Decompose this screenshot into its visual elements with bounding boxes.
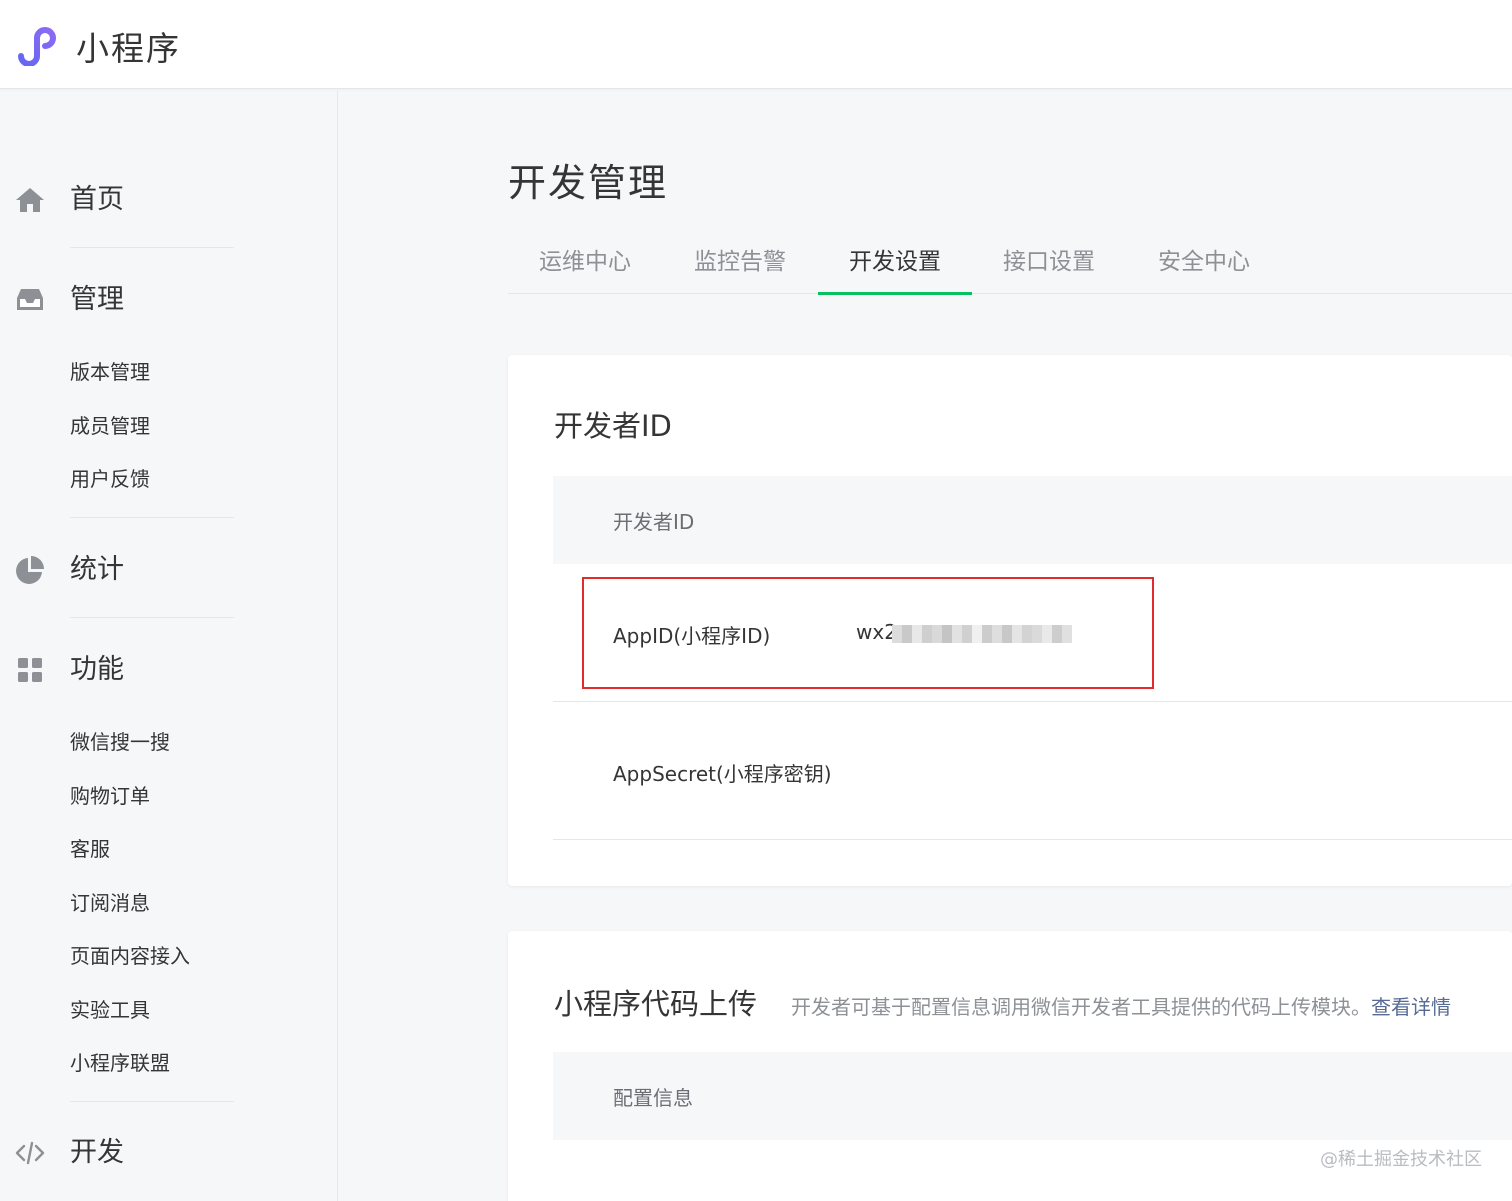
- watermark: @稀土掘金技术社区: [1320, 1149, 1482, 1170]
- sidebar-item-lab-tools[interactable]: 实验工具: [70, 996, 150, 1024]
- sidebar-section-manage[interactable]: 管理: [0, 280, 300, 320]
- sidebar-section-label: 统计: [70, 554, 124, 585]
- appid-label: AppID(小程序ID): [613, 624, 771, 648]
- sidebar-divider: [70, 517, 234, 518]
- pie-chart-icon: [16, 556, 44, 584]
- row-divider: [553, 701, 1512, 702]
- sidebar-item-miniprogram-union[interactable]: 小程序联盟: [70, 1049, 170, 1077]
- page-title: 开发管理: [508, 161, 669, 205]
- brand-name[interactable]: 小程序: [76, 22, 181, 70]
- view-details-link[interactable]: 查看详情: [1371, 995, 1451, 1019]
- sidebar-section-features[interactable]: 功能: [0, 650, 300, 690]
- upload-description-text: 开发者可基于配置信息调用微信开发者工具提供的代码上传模块。: [791, 995, 1371, 1019]
- sidebar-item-member-manage[interactable]: 成员管理: [70, 412, 150, 440]
- tab-monitoring-alerts[interactable]: 监控告警: [663, 240, 817, 294]
- sidebar-item-wechat-search[interactable]: 微信搜一搜: [70, 728, 170, 756]
- table-header: 开发者ID: [553, 476, 1512, 564]
- tab-ops-center[interactable]: 运维中心: [508, 240, 662, 294]
- sidebar-divider: [70, 1101, 234, 1102]
- sidebar-divider: [70, 617, 234, 618]
- sidebar-item-customer-service[interactable]: 客服: [70, 835, 110, 863]
- sidebar-item-user-feedback[interactable]: 用户反馈: [70, 465, 150, 493]
- developer-id-card: 开发者ID 开发者ID AppID(小程序ID) wx2 AppSecret(小…: [508, 355, 1512, 886]
- tab-dev-settings[interactable]: 开发设置: [818, 240, 972, 295]
- table-header-label: 开发者ID: [613, 510, 695, 534]
- sidebar-section-label: 开发: [70, 1137, 124, 1168]
- tab-api-settings[interactable]: 接口设置: [972, 240, 1126, 294]
- appsecret-label: AppSecret(小程序密钥): [613, 762, 832, 786]
- appid-value[interactable]: wx2: [856, 620, 897, 644]
- sidebar-item-subscribe-messages[interactable]: 订阅消息: [70, 889, 150, 917]
- miniprogram-logo-icon[interactable]: [14, 20, 64, 66]
- sidebar-section-home[interactable]: 首页: [0, 180, 300, 220]
- card-title: 小程序代码上传: [554, 987, 758, 1021]
- sidebar-section-develop[interactable]: 开发: [0, 1133, 300, 1173]
- sidebar-item-version-manage[interactable]: 版本管理: [70, 358, 150, 386]
- tab-security-center[interactable]: 安全中心: [1127, 240, 1281, 294]
- sidebar: 首页 管理 版本管理 成员管理 用户反馈 统计 功能 微信搜一搜 购物订单 客服…: [0, 90, 338, 1201]
- table-header: 配置信息: [553, 1052, 1512, 1140]
- inbox-icon: [17, 289, 43, 310]
- sidebar-section-label: 首页: [70, 184, 124, 215]
- sidebar-section-label: 管理: [70, 284, 124, 315]
- sidebar-item-page-content[interactable]: 页面内容接入: [70, 942, 190, 970]
- upload-description: 开发者可基于配置信息调用微信开发者工具提供的代码上传模块。查看详情: [791, 991, 1451, 1020]
- sidebar-item-shopping-orders[interactable]: 购物订单: [70, 782, 150, 810]
- card-title: 开发者ID: [554, 409, 672, 443]
- appid-redaction: [892, 625, 1072, 643]
- table-header-label: 配置信息: [613, 1086, 693, 1110]
- sidebar-section-label: 功能: [70, 654, 124, 685]
- sidebar-divider: [70, 247, 234, 248]
- grid-icon: [18, 658, 42, 682]
- row-divider: [553, 839, 1512, 840]
- sidebar-section-stats[interactable]: 统计: [0, 550, 300, 590]
- code-icon: [15, 1141, 45, 1165]
- tab-bar: 运维中心 监控告警 开发设置 接口设置 安全中心: [508, 240, 1512, 295]
- home-icon: [16, 188, 44, 212]
- top-header: 小程序: [0, 0, 1512, 89]
